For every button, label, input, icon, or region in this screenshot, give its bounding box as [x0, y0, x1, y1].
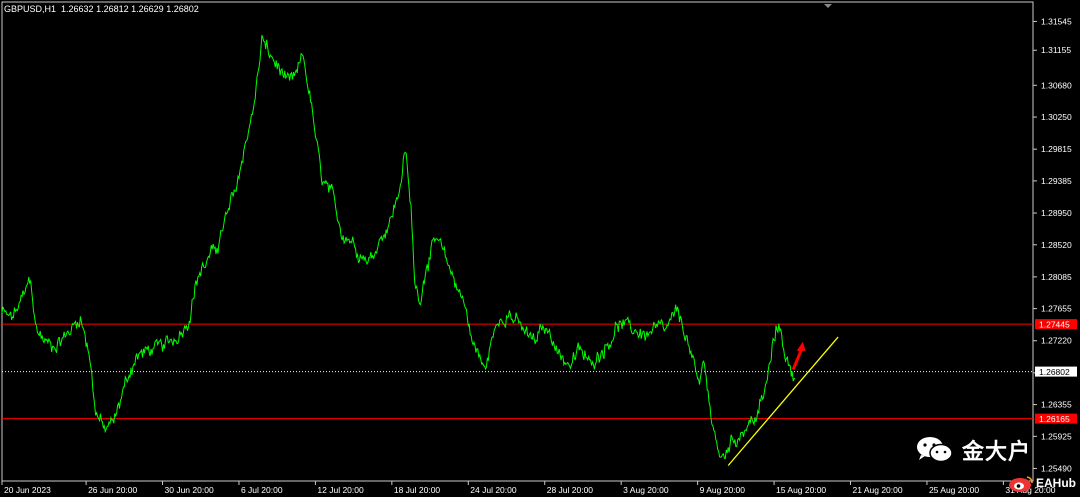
price-tag-label: 1.27445	[1039, 320, 1070, 330]
y-tick-label: 1.27655	[1041, 304, 1072, 314]
y-tick-label: 1.25925	[1041, 431, 1072, 441]
axis-layer	[1, 1, 1037, 485]
price-tag-label: 1.26802	[1039, 367, 1070, 377]
watermark: 金大户	[915, 430, 1035, 470]
eahub-label: EAHub	[1036, 476, 1076, 490]
x-tick-label: 20 Jun 2023	[4, 485, 51, 495]
x-tick-label: 26 Jun 20:00	[88, 485, 137, 495]
weibo-icon	[1009, 476, 1033, 492]
axis-labels: 1.31545 1.31155 1.30680 1.30250 1.29815 1.293…	[4, 16, 1077, 495]
y-tick-label: 1.25490	[1041, 463, 1072, 473]
gbpusd-price-line	[1, 35, 796, 460]
arrow-shaft	[791, 348, 804, 371]
x-tick-label: 25 Aug 20:00	[929, 485, 979, 495]
x-tick-label: 28 Jul 20:00	[547, 485, 594, 495]
arrow-head-icon	[796, 341, 806, 351]
y-tick-label: 1.28520	[1041, 240, 1072, 250]
x-tick-label: 18 Jul 20:00	[394, 485, 441, 495]
plot-frame	[1, 1, 1034, 482]
y-tick-label: 1.31155	[1041, 45, 1071, 55]
x-tick-label: 9 Aug 20:00	[700, 485, 746, 495]
low-value: 1.26629	[131, 4, 164, 14]
x-tick-label: 15 Aug 20:00	[776, 485, 826, 495]
chart-header: GBPUSD,H1 1.26632 1.26812 1.26629 1.2680…	[4, 4, 199, 14]
price-chart[interactable]: 1.31545 1.31155 1.30680 1.30250 1.29815 1.293…	[0, 0, 1080, 497]
high-value: 1.26812	[96, 4, 129, 14]
symbol-label: GBPUSD,H1	[4, 4, 57, 14]
y-tick-label: 1.30250	[1041, 112, 1072, 122]
price-series	[1, 35, 796, 460]
close-value: 1.26802	[166, 4, 199, 14]
watermark-text: 金大户	[962, 440, 1032, 465]
x-tick-label: 12 Jul 20:00	[317, 485, 364, 495]
y-tick-label: 1.29385	[1041, 176, 1072, 186]
horizontal-lines	[2, 323, 1033, 420]
y-tick-label: 1.29815	[1041, 144, 1072, 154]
wechat-icon	[917, 437, 953, 463]
y-tick-label: 1.28085	[1041, 272, 1072, 282]
x-tick-label: 21 Aug 20:00	[852, 485, 902, 495]
open-value: 1.26632	[61, 4, 94, 14]
x-tick-label: 24 Jul 20:00	[470, 485, 517, 495]
y-tick-label: 1.26355	[1041, 400, 1072, 410]
y-tick-label: 1.28950	[1041, 208, 1072, 218]
x-tick-label: 3 Aug 20:00	[623, 485, 669, 495]
x-tick-label: 30 Jun 20:00	[165, 485, 214, 495]
eahub-badge: EAHub	[1008, 474, 1078, 494]
trend-line	[727, 336, 839, 466]
x-tick-label: 6 Jul 20:00	[241, 485, 283, 495]
annotations	[727, 336, 839, 466]
y-tick-label: 1.27220	[1041, 336, 1072, 346]
scroll-marker-icon[interactable]	[824, 4, 832, 8]
y-tick-label: 1.31545	[1041, 16, 1072, 26]
price-tag-label: 1.26165	[1039, 414, 1070, 424]
y-tick-label: 1.30680	[1041, 80, 1072, 90]
